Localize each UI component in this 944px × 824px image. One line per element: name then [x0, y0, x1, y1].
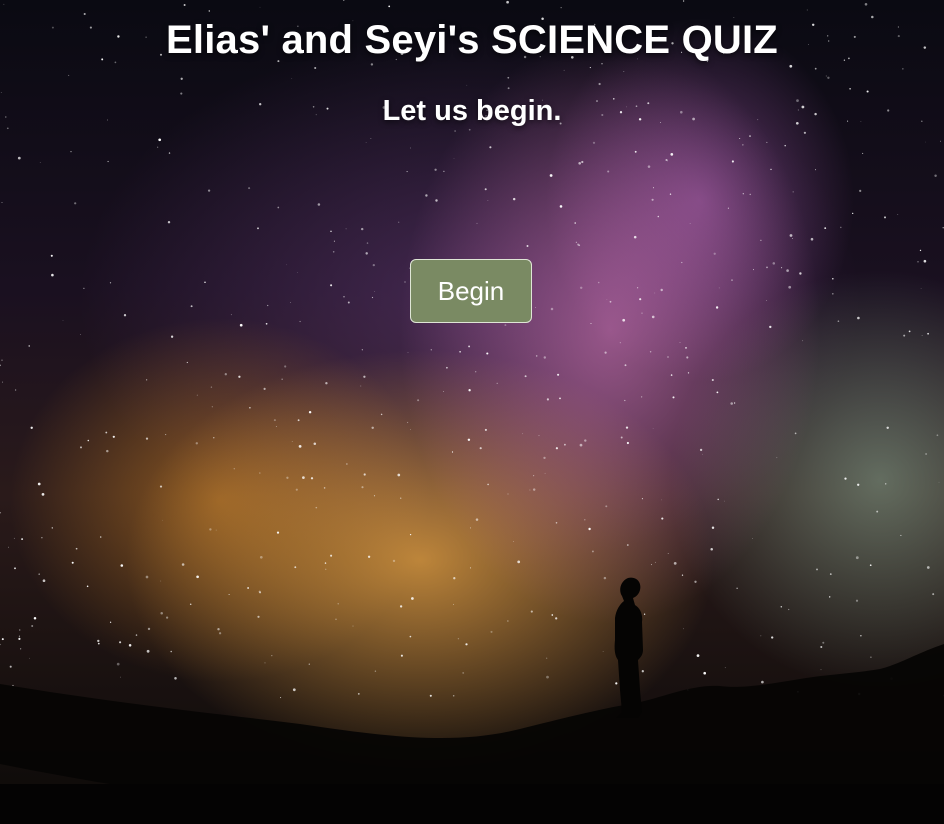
quiz-start-screen: Elias' and Seyi's SCIENCE QUIZ Let us be…	[0, 0, 944, 824]
begin-button[interactable]: Begin	[410, 259, 532, 323]
page-subtitle: Let us begin.	[382, 95, 562, 127]
page-title: Elias' and Seyi's SCIENCE QUIZ	[166, 18, 778, 62]
